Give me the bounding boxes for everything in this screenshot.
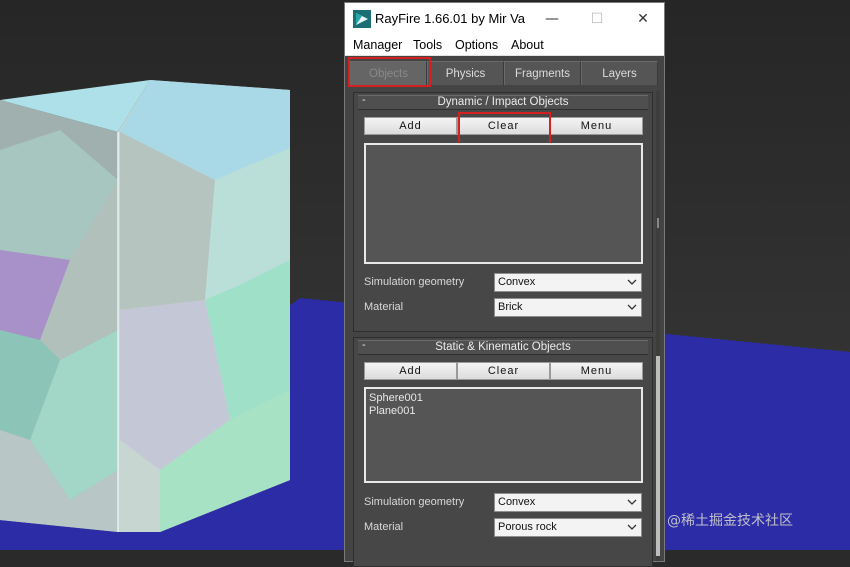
minimize-icon: — — [545, 11, 559, 27]
chevron-down-icon — [627, 499, 637, 505]
close-button[interactable]: ✕ — [623, 7, 663, 31]
tab-physics[interactable]: Physics — [427, 61, 504, 85]
static-objects-list[interactable]: Sphere001 Plane001 — [364, 387, 643, 483]
dynamic-rollout-header[interactable]: - Dynamic / Impact Objects — [358, 94, 648, 110]
dynamic-objects-rollout: - Dynamic / Impact Objects Add Clear Men… — [353, 92, 653, 332]
tab-layers[interactable]: Layers — [581, 61, 658, 85]
dynamic-clear-label: Clear — [487, 120, 520, 132]
static-menu-button[interactable]: Menu — [550, 362, 643, 380]
window-title: RayFire 1.66.01 by Mir Va — [375, 11, 526, 26]
static-objects-rollout: - Static & Kinematic Objects Add Clear M… — [353, 337, 653, 567]
dynamic-sim-geometry-value: Convex — [498, 276, 536, 288]
panel-scrollbar[interactable] — [656, 91, 660, 561]
splitter-grip-icon[interactable] — [657, 218, 659, 228]
tab-fragments-label: Fragments — [515, 67, 570, 80]
static-clear-label: Clear — [487, 365, 520, 377]
list-item[interactable]: Sphere001 — [369, 392, 423, 404]
minimize-button[interactable]: — — [532, 7, 572, 31]
maximize-button[interactable]: ☐ — [577, 7, 617, 31]
dynamic-objects-list[interactable] — [364, 143, 643, 264]
fractured-box — [0, 80, 290, 532]
tab-objects-label: Objects — [369, 67, 408, 80]
watermark: @稀土掘金技术社区 — [667, 513, 793, 529]
dynamic-clear-button[interactable]: Clear — [457, 117, 550, 135]
static-sim-geometry-select[interactable]: Convex — [494, 493, 642, 512]
tab-physics-label: Physics — [445, 67, 486, 80]
dynamic-sim-geometry-select[interactable]: Convex — [494, 273, 642, 292]
chevron-down-icon — [627, 279, 637, 285]
menu-tools[interactable]: Tools — [413, 38, 442, 52]
static-clear-button[interactable]: Clear — [457, 362, 550, 380]
dynamic-material-select[interactable]: Brick — [494, 298, 642, 317]
close-icon: ✕ — [637, 11, 649, 27]
static-rollout-title: Static & Kinematic Objects — [435, 341, 571, 353]
tab-fragments[interactable]: Fragments — [504, 61, 581, 85]
scrollbar-thumb[interactable] — [656, 356, 660, 556]
static-sim-geometry-label: Simulation geometry — [364, 496, 465, 508]
dynamic-menu-label: Menu — [580, 120, 613, 132]
chevron-down-icon — [627, 524, 637, 530]
dynamic-rollout-title: Dynamic / Impact Objects — [437, 96, 569, 108]
menu-manager[interactable]: Manager — [353, 38, 402, 52]
static-add-label: Add — [399, 365, 422, 377]
static-menu-label: Menu — [580, 365, 613, 377]
tab-objects[interactable]: Objects — [350, 61, 427, 85]
maximize-icon: ☐ — [590, 11, 604, 27]
static-rollout-header[interactable]: - Static & Kinematic Objects — [358, 339, 648, 355]
chevron-down-icon — [627, 304, 637, 310]
dynamic-menu-button[interactable]: Menu — [550, 117, 643, 135]
static-sim-geometry-value: Convex — [498, 496, 536, 508]
static-add-button[interactable]: Add — [364, 362, 457, 380]
title-bar[interactable]: RayFire 1.66.01 by Mir Va — ☐ ✕ — [345, 3, 664, 34]
dynamic-material-label: Material — [364, 301, 404, 313]
dynamic-add-button[interactable]: Add — [364, 117, 457, 135]
dynamic-material-value: Brick — [498, 301, 523, 313]
list-item[interactable]: Plane001 — [369, 405, 416, 417]
static-material-label: Material — [364, 521, 404, 533]
dynamic-add-label: Add — [399, 120, 422, 132]
menu-bar: Manager Tools Options About — [345, 34, 664, 56]
menu-options[interactable]: Options — [455, 38, 498, 52]
menu-about[interactable]: About — [511, 38, 544, 52]
dynamic-sim-geometry-label: Simulation geometry — [364, 276, 465, 288]
static-material-value: Porous rock — [498, 521, 557, 533]
static-material-select[interactable]: Porous rock — [494, 518, 642, 537]
rayfire-window: RayFire 1.66.01 by Mir Va — ☐ ✕ Manager … — [344, 2, 665, 567]
tab-layers-label: Layers — [602, 67, 637, 80]
rayfire-app-icon — [353, 10, 371, 28]
